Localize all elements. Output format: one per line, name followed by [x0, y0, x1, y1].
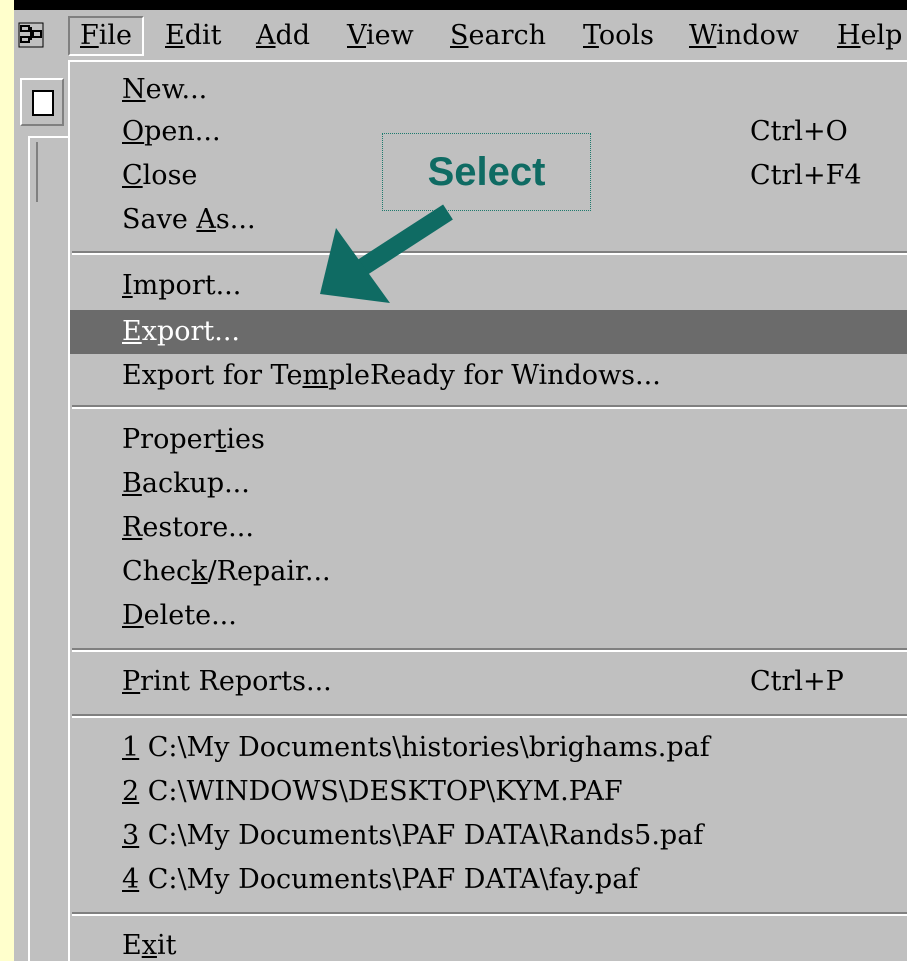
menu-item-delete[interactable]: Delete...	[70, 596, 907, 636]
menu-item-backup[interactable]: Backup...	[70, 464, 907, 504]
recent-file-3[interactable]: 3 C:\My Documents\PAF DATA\Rands5.paf	[70, 816, 907, 856]
menu-view[interactable]: View	[347, 18, 414, 54]
recent-file-4[interactable]: 4 C:\My Documents\PAF DATA\fay.paf	[70, 860, 907, 900]
shortcut-open: Ctrl+O	[750, 116, 848, 147]
menu-item-restore[interactable]: Restore...	[70, 508, 907, 548]
menu-item-export[interactable]: Export...	[70, 310, 907, 354]
menu-add[interactable]: Add	[256, 18, 310, 54]
menu-item-print-reports[interactable]: Print Reports... Ctrl+P	[70, 662, 907, 702]
new-file-toolbar-button[interactable]	[20, 78, 64, 126]
toolbar-panel	[14, 62, 70, 961]
menu-separator	[72, 912, 907, 916]
title-bar	[14, 0, 907, 10]
recent-file-1[interactable]: 1 C:\My Documents\histories\brighams.paf	[70, 728, 907, 768]
menu-item-check-repair[interactable]: Check/Repair...	[70, 552, 907, 592]
menu-item-export-templeready[interactable]: Export for TempleReady for Windows...	[70, 356, 907, 396]
shortcut-print: Ctrl+P	[750, 666, 844, 697]
document-icon	[32, 90, 54, 116]
menu-window[interactable]: Window	[689, 18, 799, 54]
menu-search[interactable]: Search	[450, 18, 546, 54]
app-icon[interactable]	[18, 22, 44, 48]
panel-divider	[36, 142, 38, 202]
menu-separator	[72, 714, 907, 718]
recent-file-2[interactable]: 2 C:\WINDOWS\DESKTOP\KYM.PAF	[70, 772, 907, 812]
panel-border	[28, 136, 70, 961]
menu-tools[interactable]: Tools	[583, 18, 654, 54]
menu-help[interactable]: Help	[837, 18, 902, 54]
menu-item-exit[interactable]: Exit	[70, 926, 907, 961]
menu-item-properties[interactable]: Properties	[70, 420, 907, 460]
menu-separator	[72, 648, 907, 652]
menu-bar: File Edit Add View Search Tools Window H…	[14, 10, 907, 64]
menu-file[interactable]: File	[68, 16, 144, 56]
select-callout: Select	[382, 133, 591, 211]
menu-separator	[72, 405, 907, 409]
menu-item-new[interactable]: New...	[70, 70, 907, 110]
shortcut-close: Ctrl+F4	[750, 160, 862, 191]
menu-edit[interactable]: Edit	[165, 18, 222, 54]
menu-item-import[interactable]: Import...	[70, 266, 907, 306]
menu-separator	[72, 251, 907, 255]
